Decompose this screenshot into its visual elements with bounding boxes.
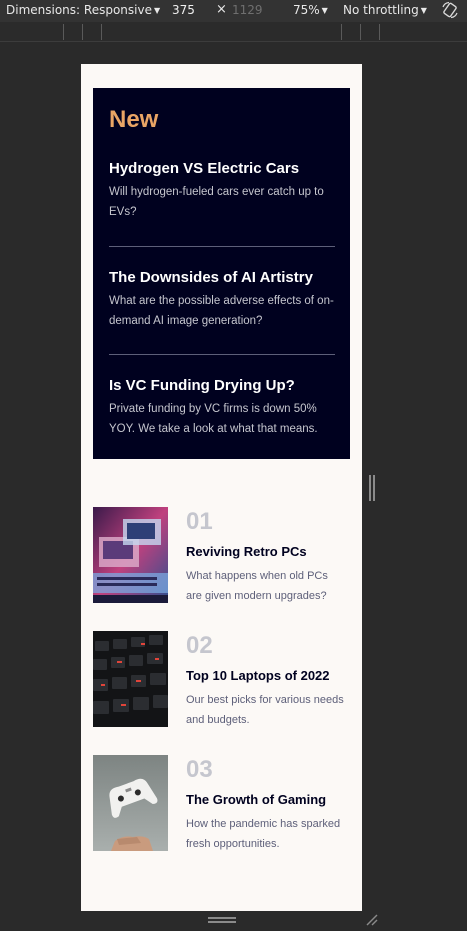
width-input[interactable]: 375 bbox=[172, 3, 195, 17]
dimensions-select[interactable]: Dimensions: Responsive ▼ bbox=[6, 3, 160, 17]
dimensions-label: Dimensions: Responsive bbox=[6, 3, 152, 17]
page-viewport: New Hydrogen VS Electric Cars Will hydro… bbox=[81, 64, 362, 911]
article-card[interactable]: 02 Top 10 Laptops of 2022 Our best picks… bbox=[93, 631, 350, 727]
divider bbox=[109, 354, 335, 355]
ruler-tick bbox=[63, 24, 64, 40]
article-card[interactable]: 01 Reviving Retro PCs What happens when … bbox=[93, 507, 350, 603]
caret-down-icon: ▼ bbox=[321, 6, 328, 15]
new-item[interactable]: The Downsides of AI Artistry What are th… bbox=[109, 269, 335, 331]
new-item-desc: Will hydrogen-fueled cars ever catch up … bbox=[109, 186, 324, 218]
height-resize-handle[interactable] bbox=[208, 917, 236, 923]
article-title[interactable]: The Growth of Gaming bbox=[186, 792, 326, 808]
new-item[interactable]: Is VC Funding Drying Up? Private funding… bbox=[109, 377, 335, 439]
ruler-tick bbox=[379, 24, 380, 40]
throttling-label: No throttling bbox=[343, 3, 419, 17]
corner-resize-icon[interactable] bbox=[365, 913, 379, 927]
ruler-tick bbox=[360, 24, 361, 40]
new-item-desc: What are the possible adverse effects of… bbox=[109, 295, 334, 327]
new-section: New Hydrogen VS Electric Cars Will hydro… bbox=[93, 88, 350, 459]
caret-down-icon: ▼ bbox=[153, 6, 161, 15]
height-input[interactable]: 1129 bbox=[232, 3, 263, 17]
article-title[interactable]: Reviving Retro PCs bbox=[186, 544, 307, 560]
article-card[interactable]: 03 The Growth of Gaming How the pandemic… bbox=[93, 755, 350, 851]
gaming-controller-image[interactable] bbox=[93, 755, 168, 851]
article-number: 02 bbox=[186, 632, 213, 659]
new-item-title[interactable]: Is VC Funding Drying Up? bbox=[109, 377, 335, 395]
article-desc: How the pandemic has sparked fresh oppor… bbox=[186, 818, 341, 850]
media-query-bar bbox=[0, 22, 467, 42]
zoom-label: 75% bbox=[293, 3, 320, 17]
article-desc: Our best picks for various needs and bud… bbox=[186, 694, 344, 726]
ruler-tick bbox=[82, 24, 83, 40]
ruler-tick bbox=[341, 24, 342, 40]
article-number: 03 bbox=[186, 756, 213, 783]
article-desc: What happens when old PCs are given mode… bbox=[186, 570, 328, 602]
throttling-select[interactable]: No throttling ▼ bbox=[343, 3, 427, 17]
new-item-desc: Private funding by VC firms is down 50% … bbox=[109, 403, 318, 435]
article-title[interactable]: Top 10 Laptops of 2022 bbox=[186, 668, 330, 684]
retro-pc-image[interactable] bbox=[93, 507, 168, 603]
new-item[interactable]: Hydrogen VS Electric Cars Will hydrogen-… bbox=[109, 160, 335, 222]
new-item-title[interactable]: The Downsides of AI Artistry bbox=[109, 269, 335, 287]
devtools-toolbar: Dimensions: Responsive ▼ 375 × 1129 75% ▼ … bbox=[0, 0, 467, 22]
rotate-icon[interactable] bbox=[441, 1, 459, 19]
ruler-tick bbox=[101, 24, 102, 40]
new-heading: New bbox=[109, 106, 159, 133]
caret-down-icon: ▼ bbox=[420, 6, 427, 15]
article-number: 01 bbox=[186, 508, 213, 535]
divider bbox=[109, 246, 335, 247]
zoom-select[interactable]: 75% ▼ bbox=[293, 3, 328, 17]
new-item-title[interactable]: Hydrogen VS Electric Cars bbox=[109, 160, 335, 178]
width-resize-handle[interactable] bbox=[369, 475, 375, 501]
laptop-keyboard-image[interactable] bbox=[93, 631, 168, 727]
times-sign: × bbox=[216, 2, 227, 17]
